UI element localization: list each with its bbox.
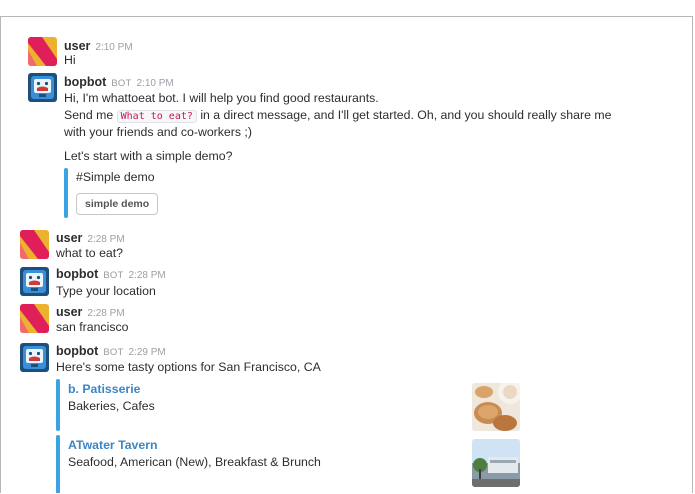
message-text: with your friends and co-workers ;) — [64, 125, 252, 139]
chat-window: user 2:10 PM Hi bopbot BOT 2:10 PM Hi, I'm … — [0, 16, 693, 493]
sender-name[interactable]: bopbot — [56, 267, 98, 281]
timestamp[interactable]: 2:10 PM — [136, 78, 173, 89]
bot-badge: BOT — [103, 270, 124, 281]
restaurant-thumbnail[interactable] — [472, 383, 520, 431]
message-text: Hi — [64, 53, 76, 67]
restaurant-categories: Seafood, American (New), Breakfast & Bru… — [68, 455, 321, 469]
robot-avatar-icon[interactable] — [20, 267, 49, 296]
message-text: Type your location — [56, 284, 156, 298]
user-avatar-icon[interactable] — [20, 230, 49, 259]
message-text: san francisco — [56, 320, 129, 334]
message-text: Here's some tasty options for San Franci… — [56, 360, 321, 374]
user-avatar-icon[interactable] — [20, 304, 49, 333]
message-text: what to eat? — [56, 246, 123, 260]
message-text-segment: Send me — [64, 108, 114, 122]
message-text: Send me What to eat? in a direct message… — [64, 107, 611, 125]
timestamp[interactable]: 2:28 PM — [87, 234, 124, 245]
timestamp[interactable]: 2:10 PM — [95, 42, 132, 53]
message-text-segment: in a direct message, and I'll get starte… — [200, 108, 612, 122]
timestamp[interactable]: 2:29 PM — [128, 347, 165, 358]
attachment-text: #Simple demo — [76, 170, 155, 184]
message-header: bopbot BOT 2:28 PM — [56, 266, 166, 284]
attachment-bar — [64, 168, 68, 218]
restaurant-title-link[interactable]: b. Patisserie — [68, 381, 140, 398]
sender-name[interactable]: user — [56, 305, 82, 319]
user-avatar-icon[interactable] — [28, 37, 57, 66]
robot-avatar-icon[interactable] — [20, 343, 49, 372]
sender-name[interactable]: bopbot — [64, 75, 106, 89]
attachment-bar — [56, 435, 60, 493]
robot-avatar-icon[interactable] — [28, 73, 57, 102]
simple-demo-button[interactable]: simple demo — [76, 193, 159, 215]
restaurant-thumbnail[interactable] — [472, 439, 520, 487]
message-text: Let's start with a simple demo? — [64, 149, 233, 163]
sender-name[interactable]: bopbot — [56, 344, 98, 358]
sender-name[interactable]: user — [64, 39, 90, 53]
message-text: Hi, I'm whattoeat bot. I will help you f… — [64, 91, 379, 105]
restaurant-title-link[interactable]: ATwater Tavern — [68, 437, 158, 454]
bot-badge: BOT — [103, 347, 124, 358]
timestamp[interactable]: 2:28 PM — [87, 308, 124, 319]
restaurant-categories: Bakeries, Cafes — [68, 399, 155, 413]
inline-code: What to eat? — [116, 110, 197, 123]
bot-badge: BOT — [111, 78, 132, 89]
attachment-bar — [56, 379, 60, 431]
timestamp[interactable]: 2:28 PM — [128, 270, 165, 281]
sender-name[interactable]: user — [56, 231, 82, 245]
